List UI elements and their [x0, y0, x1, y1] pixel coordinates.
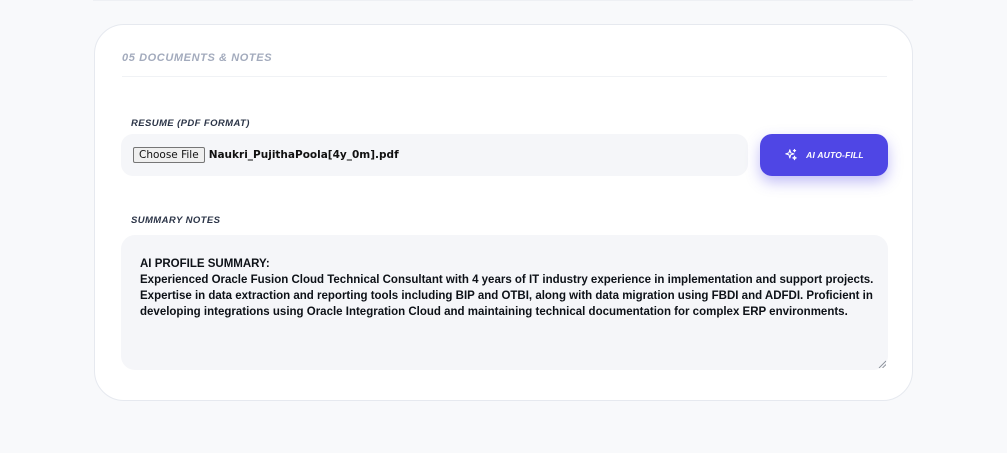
resize-handle-icon[interactable]	[878, 360, 886, 368]
resume-label: Resume (PDF Format)	[131, 118, 250, 129]
documents-notes-card: 05 Documents & Notes Resume (PDF Format)…	[94, 24, 913, 401]
notes-line: Experienced Oracle Fusion Cloud Technica…	[140, 274, 874, 286]
selected-file-name: Naukri_PujithaPoola[4y_0m].pdf	[208, 149, 399, 161]
notes-line: developing integrations using Oracle Int…	[140, 306, 848, 318]
summary-notes-label: Summary Notes	[131, 215, 221, 226]
notes-line: AI PROFILE SUMMARY:	[140, 258, 270, 270]
sparkles-icon	[785, 148, 797, 161]
section-divider	[122, 76, 887, 77]
resume-file-input[interactable]: Choose File Naukri_PujithaPoola[4y_0m].p…	[121, 134, 748, 176]
section-title: 05 Documents & Notes	[122, 52, 273, 64]
top-divider	[93, 0, 913, 1]
ai-auto-fill-label: AI Auto-Fill	[806, 150, 864, 160]
notes-line: Expertise in data extraction and reporti…	[140, 290, 873, 302]
summary-notes-textarea[interactable]: AI PROFILE SUMMARY: Experienced Oracle F…	[121, 235, 888, 370]
choose-file-button[interactable]: Choose File	[133, 147, 205, 163]
ai-auto-fill-button[interactable]: AI Auto-Fill	[760, 134, 888, 176]
